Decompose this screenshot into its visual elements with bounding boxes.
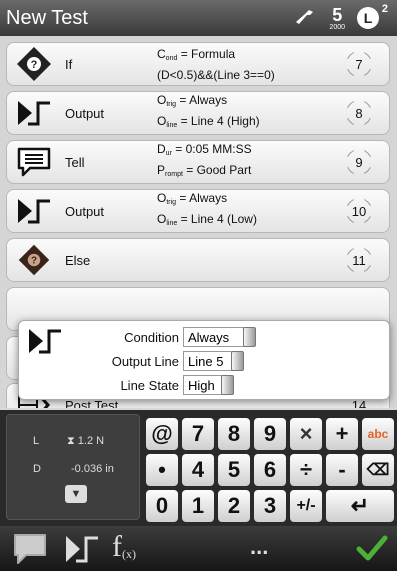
key-multiply[interactable]: × <box>290 418 322 450</box>
step-output[interactable]: Output Otrig = Always Oline = Line 4 (Hi… <box>6 91 390 135</box>
page-title: New Test <box>6 6 88 29</box>
step-params: Otrig = Always Oline = Line 4 (High) <box>157 93 260 129</box>
line-state-select[interactable]: High <box>183 375 223 395</box>
condition-select[interactable]: Always <box>183 327 245 347</box>
diamond-question-icon: ? <box>7 243 61 277</box>
key-2[interactable]: 2 <box>218 490 250 522</box>
key-abc[interactable]: abc <box>362 418 394 450</box>
condition-dropdown-knob[interactable] <box>243 327 256 347</box>
key-0[interactable]: 0 <box>146 490 178 522</box>
speech-bubble-icon[interactable] <box>12 532 48 566</box>
speech-bubble-icon <box>7 146 61 178</box>
load-direction-icon: ⧗ <box>67 435 75 447</box>
output-line-select[interactable]: Line 5 <box>183 351 233 371</box>
distance-value: -0.036 in <box>71 463 114 475</box>
key-4[interactable]: 4 <box>182 454 214 486</box>
step-params: Cond = Formula (D<0.5)&&(Line 3==0) <box>157 46 275 82</box>
step-name: Output <box>65 105 105 121</box>
step-tell[interactable]: Tell Dur = 0:05 MM:SS Prompt = Good Part… <box>6 140 390 184</box>
output-line-label: Output Line <box>111 353 179 369</box>
step-output[interactable]: Output Otrig = Always Oline = Line 4 (Lo… <box>6 189 390 233</box>
line-state-dropdown-knob[interactable] <box>221 375 234 395</box>
key-minus[interactable]: - <box>326 454 358 486</box>
output-signal-icon <box>7 195 61 227</box>
step-number: 7 <box>345 51 373 77</box>
chevron-down-icon[interactable]: ▼ <box>65 485 87 503</box>
output-line-row: Output Line Line 5 <box>79 351 244 371</box>
bottom-toolbar: f (x) ... <box>0 526 397 571</box>
title-bar: New Test 5 2000 L 2 <box>0 0 397 36</box>
key-divide[interactable]: ÷ <box>290 454 322 486</box>
checkmark-icon[interactable] <box>356 532 388 564</box>
key-plus-minus[interactable]: +/- <box>290 490 322 522</box>
line-state-label: Line State <box>120 377 179 393</box>
model-indicator: 5 2000 <box>329 4 345 31</box>
load-label: L <box>33 435 40 447</box>
output-signal-icon[interactable] <box>62 532 102 566</box>
key-at[interactable]: @ <box>146 418 178 450</box>
output-signal-icon <box>25 325 65 362</box>
more-button[interactable]: ... <box>250 534 268 560</box>
step-params: Otrig = Always Oline = Line 4 (Low) <box>157 191 257 227</box>
key-8[interactable]: 8 <box>218 418 250 450</box>
diamond-question-icon: ? <box>7 45 61 83</box>
step-name: Else <box>65 252 91 268</box>
live-readout: L ⧗ 1.2 N D -0.036 in ▼ <box>6 414 140 520</box>
enter-icon[interactable]: ↵ <box>326 490 394 522</box>
key-plus[interactable]: + <box>326 418 358 450</box>
step-number: 9 <box>345 149 373 175</box>
output-step-editor: Condition Always Output Line Line 5 Line… <box>18 320 390 400</box>
formula-button[interactable]: f (x) <box>112 530 136 564</box>
output-signal-icon <box>7 97 61 129</box>
load-value: ⧗ 1.2 N <box>67 435 105 447</box>
distance-label: D <box>33 463 41 475</box>
key-1[interactable]: 1 <box>182 490 214 522</box>
step-else[interactable]: ? Else 11 <box>6 238 390 282</box>
user-level-badge[interactable]: L 2 <box>357 3 388 29</box>
key-decimal[interactable]: • <box>146 454 178 486</box>
key-9[interactable]: 9 <box>254 418 286 450</box>
line-state-row: Line State High <box>79 375 234 395</box>
condition-label: Condition <box>124 329 179 345</box>
condition-row: Condition Always <box>79 327 256 347</box>
step-if[interactable]: ? If Cond = Formula (D<0.5)&&(Line 3==0)… <box>6 42 390 86</box>
output-line-dropdown-knob[interactable] <box>231 351 244 371</box>
svg-text:?: ? <box>31 256 37 267</box>
test-step-list[interactable]: ? If Cond = Formula (D<0.5)&&(Line 3==0)… <box>0 36 397 408</box>
step-number: 10 <box>345 198 373 224</box>
step-number: 11 <box>345 247 373 273</box>
step-name: Tell <box>65 154 85 170</box>
key-6[interactable]: 6 <box>254 454 286 486</box>
key-5[interactable]: 5 <box>218 454 250 486</box>
step-name: If <box>65 56 73 72</box>
keypad-area: L ⧗ 1.2 N D -0.036 in ▼ @ 7 8 9 × + abc … <box>0 410 397 526</box>
wrench-icon[interactable] <box>293 6 317 31</box>
backspace-icon[interactable]: ⌫ <box>362 454 394 486</box>
svg-text:?: ? <box>31 59 38 71</box>
step-params: Dur = 0:05 MM:SS Prompt = Good Part <box>157 142 252 178</box>
step-number: 8 <box>345 100 373 126</box>
key-3[interactable]: 3 <box>254 490 286 522</box>
step-name: Output <box>65 203 105 219</box>
key-7[interactable]: 7 <box>182 418 214 450</box>
